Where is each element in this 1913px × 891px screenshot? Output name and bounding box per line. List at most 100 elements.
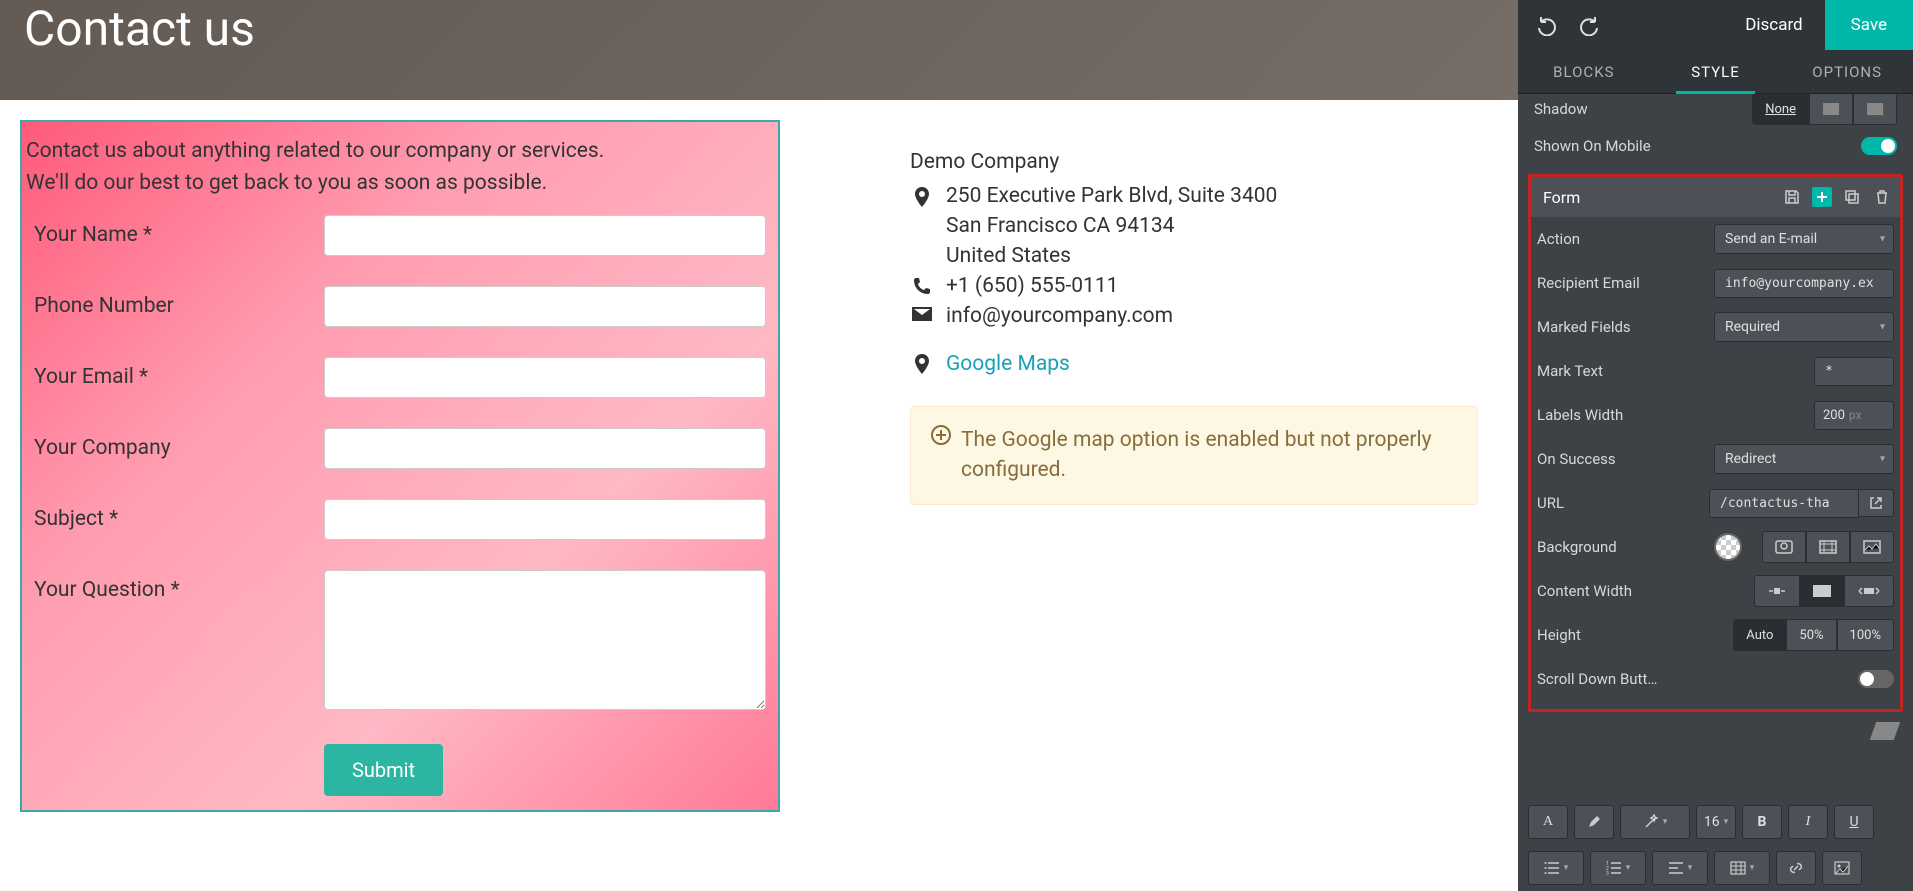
save-button[interactable]: Save	[1825, 0, 1913, 50]
scroll-toggle[interactable]	[1858, 670, 1894, 688]
labels-width-input[interactable]: 200 px	[1814, 401, 1894, 430]
field-subject: Subject *	[34, 499, 766, 540]
main-canvas[interactable]: Contact us Contact us about anything rel…	[0, 0, 1518, 891]
tab-style[interactable]: STYLE	[1650, 50, 1782, 93]
font-color-icon[interactable]: A	[1528, 805, 1568, 839]
input-email[interactable]	[324, 357, 766, 398]
mobile-label: Shown On Mobile	[1534, 137, 1861, 155]
bg-image-icon[interactable]	[1762, 531, 1806, 563]
prop-content-width: Content Width	[1531, 569, 1900, 613]
height-100[interactable]: 100%	[1837, 619, 1894, 651]
copy-icon[interactable]	[1842, 187, 1862, 207]
contact-form-block[interactable]: Contact us about anything related to our…	[20, 120, 780, 812]
height-50[interactable]: 50%	[1786, 619, 1836, 651]
address-line: 250 Executive Park Blvd, Suite 3400	[910, 184, 1478, 208]
tab-options[interactable]: OPTIONS	[1781, 50, 1913, 93]
text-toolbar: A ▾ 16▾ B I U	[1518, 799, 1913, 845]
trash-icon[interactable]	[1872, 187, 1892, 207]
label-email: Your Email *	[34, 357, 324, 389]
font-size-select[interactable]: 16▾	[1696, 805, 1736, 839]
discard-button[interactable]: Discard	[1723, 0, 1824, 50]
company-name: Demo Company	[910, 150, 1478, 174]
prop-background: Background	[1531, 525, 1900, 569]
maps-link-text: Google Maps	[946, 352, 1070, 376]
link-icon[interactable]	[1776, 851, 1816, 885]
map-marker-icon	[910, 184, 934, 207]
content-width-label: Content Width	[1537, 582, 1754, 600]
phone-line: +1 (650) 555-0111	[910, 274, 1478, 298]
label-your-name: Your Name *	[34, 215, 324, 247]
table-icon[interactable]: ▾	[1714, 851, 1770, 885]
width-narrow-icon[interactable]	[1754, 575, 1800, 607]
prop-mobile: Shown On Mobile	[1528, 124, 1903, 168]
prop-mark-text: Mark Text	[1531, 349, 1900, 393]
google-maps-link[interactable]: Google Maps	[910, 352, 1478, 376]
phone-icon	[910, 274, 934, 295]
save-icon[interactable]	[1782, 187, 1802, 207]
on-success-label: On Success	[1537, 450, 1714, 468]
marked-dropdown[interactable]: Required	[1714, 312, 1894, 342]
mark-text-input[interactable]	[1814, 357, 1894, 386]
shadow-none[interactable]: None	[1752, 94, 1809, 125]
mark-text-label: Mark Text	[1537, 362, 1814, 380]
section-header: Form	[1531, 177, 1900, 217]
section-title: Form	[1539, 188, 1782, 207]
page-title: Contact us	[24, 0, 255, 57]
italic-button[interactable]: I	[1788, 805, 1828, 839]
list-ul-icon[interactable]: ▾	[1528, 851, 1584, 885]
mobile-toggle[interactable]	[1861, 137, 1897, 155]
shadow-opt-3[interactable]	[1853, 94, 1897, 125]
alert-warning: The Google map option is enabled but not…	[910, 406, 1478, 505]
width-full-icon[interactable]	[1844, 575, 1894, 607]
email-text: info@yourcompany.com	[946, 304, 1173, 328]
eraser-icon[interactable]	[1870, 722, 1901, 740]
width-normal-icon[interactable]	[1800, 575, 1844, 607]
undo-icon[interactable]	[1536, 14, 1558, 36]
input-company[interactable]	[324, 428, 766, 469]
align-icon[interactable]: ▾	[1652, 851, 1708, 885]
bg-pattern-icon[interactable]	[1850, 531, 1894, 563]
shadow-opt-2[interactable]	[1809, 94, 1853, 125]
highlight-icon[interactable]	[1574, 805, 1614, 839]
height-label: Height	[1537, 626, 1733, 644]
label-company: Your Company	[34, 428, 324, 460]
url-input[interactable]	[1709, 489, 1859, 518]
underline-button[interactable]: U	[1834, 805, 1874, 839]
panel-body[interactable]: Shadow None Shown On Mobile Form	[1518, 94, 1913, 799]
text-toolbar-2: ▾ 123▾ ▾ ▾	[1518, 845, 1913, 891]
magic-wand-icon[interactable]: ▾	[1620, 805, 1690, 839]
marked-label: Marked Fields	[1537, 318, 1714, 336]
on-success-dropdown[interactable]: Redirect	[1714, 444, 1894, 474]
bold-button[interactable]: B	[1742, 805, 1782, 839]
scroll-label: Scroll Down Butt…	[1537, 670, 1858, 688]
field-your-name: Your Name *	[34, 215, 766, 256]
submit-button[interactable]: Submit	[324, 744, 443, 796]
plus-circle-icon	[931, 425, 951, 486]
action-dropdown[interactable]: Send an E-mail	[1714, 224, 1894, 254]
panel-tabs: BLOCKS STYLE OPTIONS	[1518, 50, 1913, 94]
plus-icon[interactable]	[1812, 187, 1832, 207]
intro-line-2: We'll do our best to get back to you as …	[26, 168, 774, 200]
external-link-icon[interactable]	[1859, 489, 1894, 517]
height-auto[interactable]: Auto	[1733, 619, 1786, 651]
phone-text: +1 (650) 555-0111	[946, 274, 1118, 298]
recipient-input[interactable]	[1714, 269, 1894, 298]
image-insert-icon[interactable]	[1822, 851, 1862, 885]
editor-panel: Discard Save BLOCKS STYLE OPTIONS Shadow…	[1518, 0, 1913, 891]
prop-marked: Marked Fields Required	[1531, 305, 1900, 349]
list-ol-icon[interactable]: 123▾	[1590, 851, 1646, 885]
label-phone: Phone Number	[34, 286, 324, 318]
action-label: Action	[1537, 230, 1714, 248]
input-your-name[interactable]	[324, 215, 766, 256]
map-marker-icon	[910, 354, 934, 374]
background-color-swatch[interactable]	[1714, 533, 1742, 561]
prop-height: Height Auto 50% 100%	[1531, 613, 1900, 657]
field-company: Your Company	[34, 428, 766, 469]
input-subject[interactable]	[324, 499, 766, 540]
input-phone[interactable]	[324, 286, 766, 327]
redo-icon[interactable]	[1578, 14, 1600, 36]
bg-video-icon[interactable]	[1806, 531, 1850, 563]
input-question[interactable]	[324, 570, 766, 710]
hero-banner: Contact us	[0, 0, 1518, 100]
tab-blocks[interactable]: BLOCKS	[1518, 50, 1650, 93]
